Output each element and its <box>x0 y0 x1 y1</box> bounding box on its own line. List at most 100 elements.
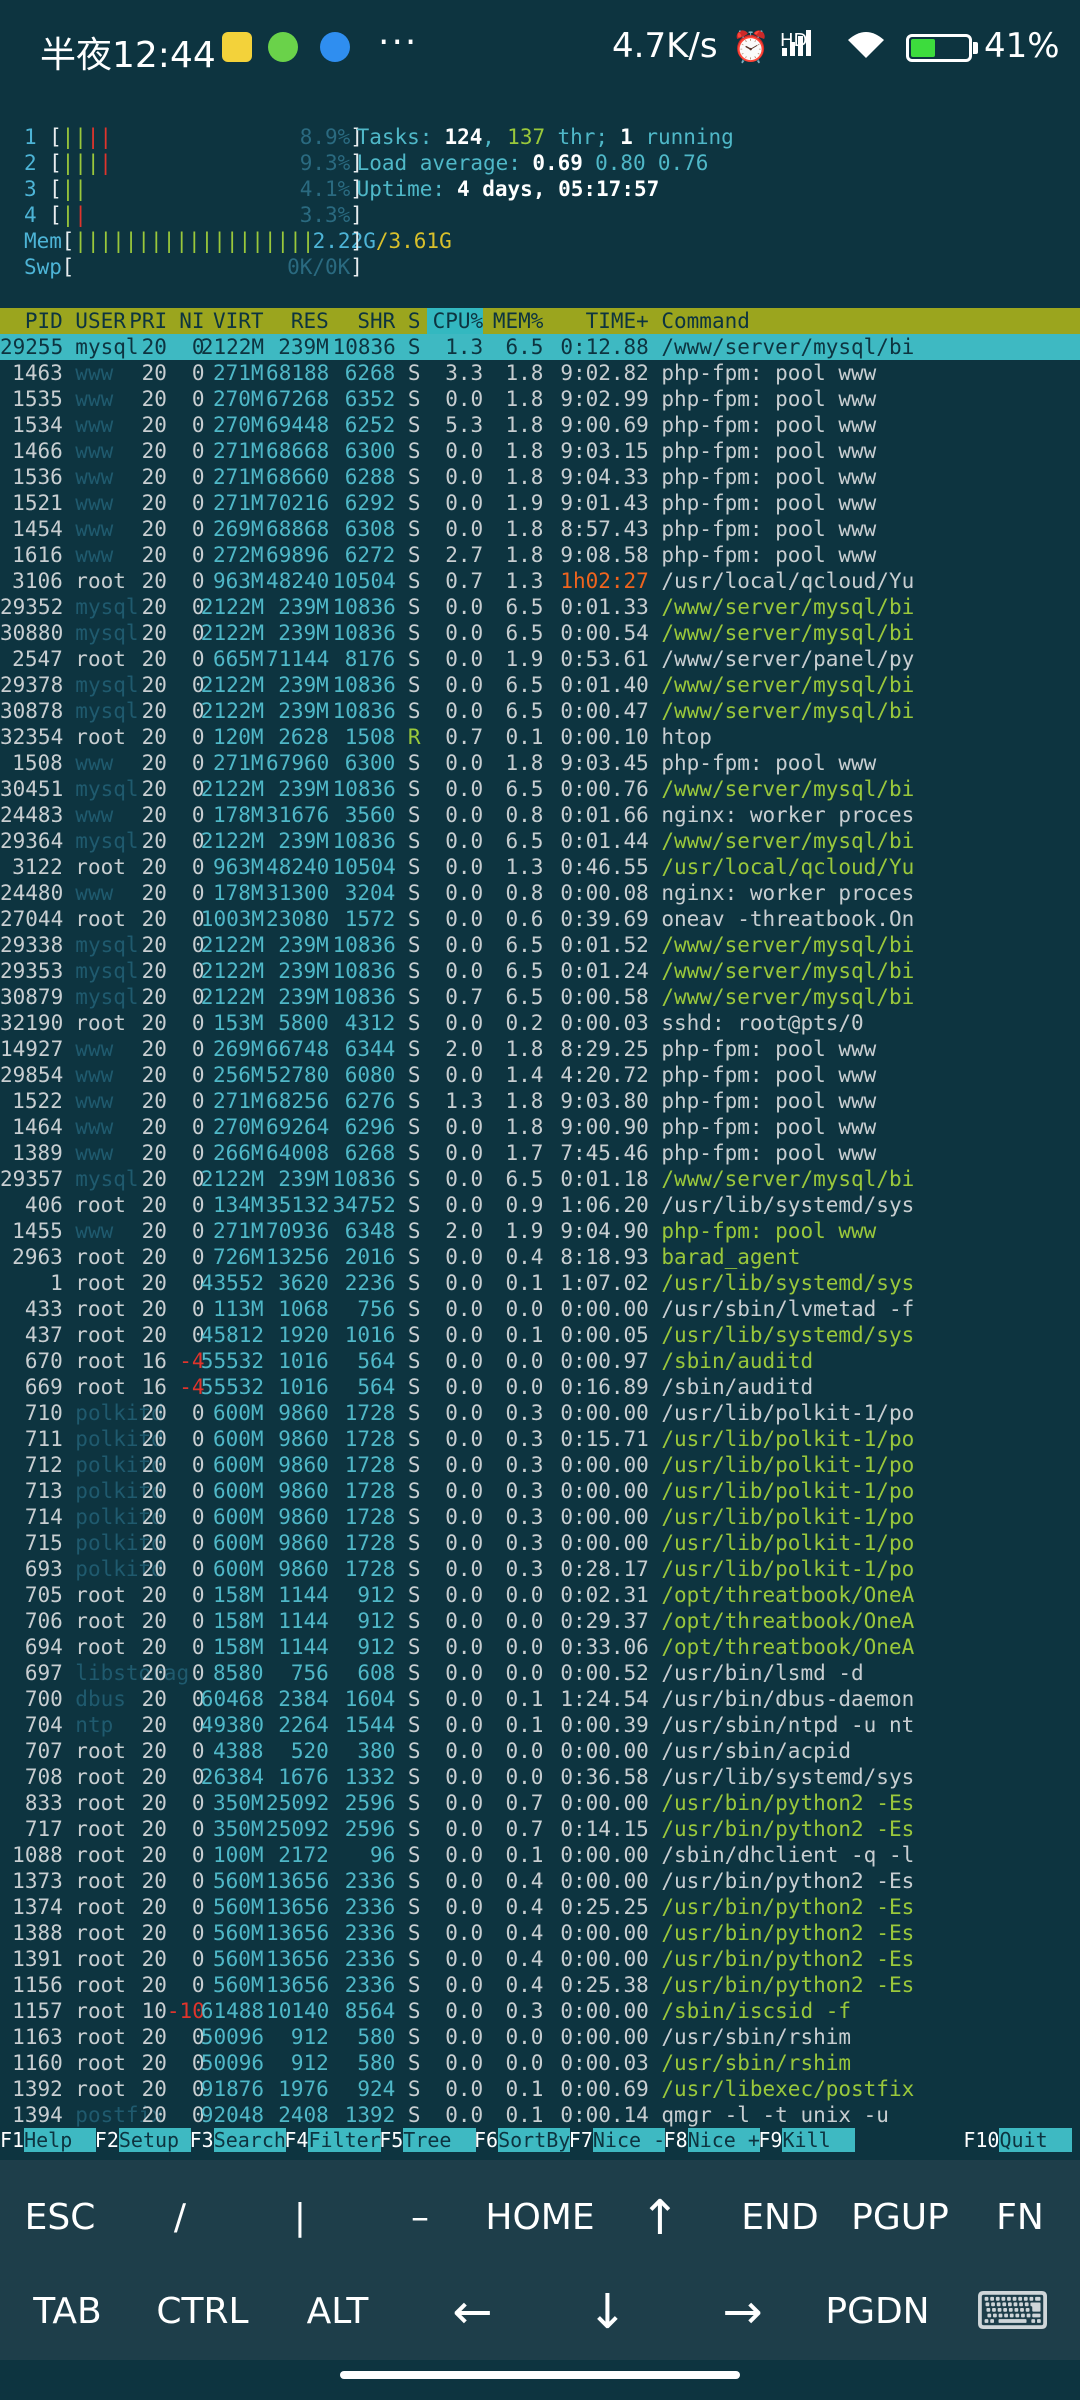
process-row[interactable]: 1157 root 10 -10 61488 10140 8564 S 0.0 0.3 0:00.0… <box>0 1998 1080 2024</box>
process-row[interactable]: 24483 www 20 0 178M 31676 3560 S 0.0 0.8 0:01.66 ng… <box>0 802 1080 828</box>
process-row[interactable]: 29364 mysql 20 0 2122M 239M 10836 S 0.0 6.5 0:01.4… <box>0 828 1080 854</box>
fkey-nice-plus[interactable]: F8Nice + <box>664 2128 760 2152</box>
process-row[interactable]: 706 root 20 0 158M 1144 912 S 0.0 0.0 0:29.37/opt/… <box>0 1608 1080 1634</box>
process-row[interactable]: 32190 root 20 0 153M 5800 4312 S 0.0 0.2 0:00.03 ss… <box>0 1010 1080 1036</box>
process-row[interactable]: 1392 root 20 0 91876 1976 924 S 0.0 0.1 0:00.69/us… <box>0 2076 1080 2102</box>
process-row[interactable]: 1616 www 20 0 272M 69896 6272 S 2.7 1.8 9:08.58 php… <box>0 542 1080 568</box>
process-row[interactable]: 1156 root 20 0 560M 13656 2336 S 0.0 0.4 0:25.38/u… <box>0 1972 1080 1998</box>
process-row[interactable]: 2963 root 20 0 726M 13256 2016 S 0.0 0.4 8:18.93 ba… <box>0 1244 1080 1270</box>
column-header-time[interactable]: TIME+ <box>555 308 649 334</box>
up-arrow-key[interactable]: ↑ <box>600 2178 720 2258</box>
process-row[interactable]: 1373 root 20 0 560M 13656 2336 S 0.0 0.4 0:00.00/u… <box>0 1868 1080 1894</box>
process-row[interactable]: 30879 mysql 20 0 2122M 239M 10836 S 0.7 6.5 0:00.5… <box>0 984 1080 1010</box>
process-row[interactable]: 1466 www 20 0 271M 68668 6300 S 0.0 1.8 9:03.15 php… <box>0 438 1080 464</box>
fn-key[interactable]: FN <box>960 2178 1080 2258</box>
process-row[interactable]: 1535 www 20 0 270M 67268 6352 S 0.0 1.8 9:02.99 php… <box>0 386 1080 412</box>
process-row[interactable]: 693 polkitd 20 0 600M 9860 1728 S 0.0 0.3 0:28.17/… <box>0 1556 1080 1582</box>
process-row[interactable]: 32354 root 20 0 120M 2628 1508 R 0.7 0.1 0:00.10 ht… <box>0 724 1080 750</box>
fkey-tree[interactable]: F5Tree <box>379 2128 476 2152</box>
column-header-mem[interactable]: MEM% <box>487 308 544 334</box>
process-row[interactable]: 1454 www 20 0 269M 68868 6308 S 0.0 1.8 8:57.43 php… <box>0 516 1080 542</box>
process-row[interactable]: 700 dbus 20 0 60468 2384 1604 S 0.0 0.1 1:24.54/us… <box>0 1686 1080 1712</box>
process-row[interactable]: 1536 www 20 0 271M 68660 6288 S 0.0 1.8 9:04.33 php… <box>0 464 1080 490</box>
process-row[interactable]: 670 root 16 -4 55532 1016 564 S 0.0 0.0 0:00.97/sb… <box>0 1348 1080 1374</box>
process-row[interactable]: 1160 root 20 0 50096 912 580 S 0.0 0.0 0:00.03/usr… <box>0 2050 1080 2076</box>
process-row[interactable]: 2547 root 20 0 665M 71144 8176 S 0.0 1.9 0:53.61/w… <box>0 646 1080 672</box>
process-row[interactable]: 708 root 20 0 26384 1676 1332 S 0.0 0.0 0:36.58/us… <box>0 1764 1080 1790</box>
process-row[interactable]: 433 root 20 0 113M 1068 756 S 0.0 0.0 0:00.00/usr/… <box>0 1296 1080 1322</box>
process-row[interactable]: 710 polkitd 20 0 600M 9860 1728 S 0.0 0.3 0:00.00/… <box>0 1400 1080 1426</box>
pgdn-key[interactable]: PGDN <box>810 2272 945 2352</box>
keyboard-toggle-icon[interactable]: ⌨ <box>945 2272 1080 2352</box>
process-row[interactable]: 1088 root 20 0 100M 2172 96 S 0.0 0.1 0:00.00/sbin… <box>0 1842 1080 1868</box>
process-row[interactable]: 704 ntp 20 0 49380 2264 1544 S 0.0 0.1 0:00.39/usr… <box>0 1712 1080 1738</box>
fkey-help[interactable]: F1Help <box>0 2128 97 2152</box>
process-row[interactable]: 707 root 20 0 4388 520 380 S 0.0 0.0 0:00.00/usr/s… <box>0 1738 1080 1764</box>
process-row[interactable]: 833 root 20 0 350M 25092 2596 S 0.0 0.7 0:00.00/us… <box>0 1790 1080 1816</box>
fkey-search[interactable]: F3Search <box>190 2128 286 2152</box>
end-key[interactable]: END <box>720 2178 840 2258</box>
right-arrow-key[interactable]: → <box>675 2272 810 2352</box>
process-row[interactable]: 712 polkitd 20 0 600M 9860 1728 S 0.0 0.3 0:00.00/… <box>0 1452 1080 1478</box>
slash-key[interactable]: / <box>120 2178 240 2258</box>
esc-key[interactable]: ESC <box>0 2178 120 2258</box>
pgup-key[interactable]: PGUP <box>840 2178 960 2258</box>
fkey-sortby[interactable]: F6SortBy <box>474 2128 571 2152</box>
process-row[interactable]: 3106 root 20 0 963M 48240 10504 S 0.7 1.3 1h02:27/… <box>0 568 1080 594</box>
process-row[interactable]: 1 root 20 0 43552 3620 2236 S 0.0 0.1 1:07.02/usr/… <box>0 1270 1080 1296</box>
column-header-res[interactable]: RES <box>266 308 329 334</box>
process-row[interactable]: 14927 www 20 0 269M 66748 6344 S 2.0 1.8 8:29.25 ph… <box>0 1036 1080 1062</box>
column-header-virt[interactable]: VIRT <box>201 308 264 334</box>
process-row[interactable]: 1455 www 20 0 271M 70936 6348 S 2.0 1.9 9:04.90 php… <box>0 1218 1080 1244</box>
gesture-nav-bar[interactable] <box>340 2371 740 2379</box>
alt-key[interactable]: ALT <box>270 2272 405 2352</box>
process-row[interactable]: 711 polkitd 20 0 600M 9860 1728 S 0.0 0.3 0:15.71/… <box>0 1426 1080 1452</box>
fkey-kill[interactable]: F9Kill <box>758 2128 855 2152</box>
process-row[interactable]: 1534 www 20 0 270M 69448 6252 S 5.3 1.8 9:00.69 php… <box>0 412 1080 438</box>
column-header-pid[interactable]: PID <box>0 308 63 334</box>
process-row[interactable]: 713 polkitd 20 0 600M 9860 1728 S 0.0 0.3 0:00.00/… <box>0 1478 1080 1504</box>
tab-key[interactable]: TAB <box>0 2272 135 2352</box>
process-row[interactable]: 30880 mysql 20 0 2122M 239M 10836 S 0.0 6.5 0:00.5… <box>0 620 1080 646</box>
column-header-s[interactable]: S <box>408 308 421 334</box>
fkey-setup[interactable]: F2Setup <box>95 2128 192 2152</box>
column-header-pri[interactable]: PRI <box>129 308 167 334</box>
process-row[interactable]: 1521 www 20 0 271M 70216 6292 S 0.0 1.9 9:01.43 php… <box>0 490 1080 516</box>
column-header-command[interactable]: Command <box>661 308 912 334</box>
process-row[interactable]: 1463 www 20 0 271M 68188 6268 S 3.3 1.8 9:02.82 php… <box>0 360 1080 386</box>
process-row[interactable]: 29357 mysql 20 0 2122M 239M 10836 S 0.0 6.5 0:01.1… <box>0 1166 1080 1192</box>
process-row[interactable]: 1464 www 20 0 270M 69264 6296 S 0.0 1.8 9:00.90 php… <box>0 1114 1080 1140</box>
process-row[interactable]: 27044 root 20 0 1003M 23080 1572 S 0.0 0.6 0:39.69… <box>0 906 1080 932</box>
process-row[interactable]: 705 root 20 0 158M 1144 912 S 0.0 0.0 0:02.31/opt/… <box>0 1582 1080 1608</box>
column-header-ni[interactable]: NI <box>167 308 204 334</box>
process-row[interactable]: 1391 root 20 0 560M 13656 2336 S 0.0 0.4 0:00.00/u… <box>0 1946 1080 1972</box>
process-row[interactable]: 437 root 20 0 45812 1920 1016 S 0.0 0.1 0:00.05/us… <box>0 1322 1080 1348</box>
process-row[interactable]: 29378 mysql 20 0 2122M 239M 10836 S 0.0 6.5 0:01.4… <box>0 672 1080 698</box>
column-header-shr[interactable]: SHR <box>333 308 395 334</box>
down-arrow-key[interactable]: ↓ <box>540 2272 675 2352</box>
process-row[interactable]: 1508 www 20 0 271M 67960 6300 S 0.0 1.8 9:03.45 php… <box>0 750 1080 776</box>
process-row[interactable]: 669 root 16 -4 55532 1016 564 S 0.0 0.0 0:16.89/sb… <box>0 1374 1080 1400</box>
fkey-filter[interactable]: F4Filter <box>284 2128 381 2152</box>
fkey-nice-minus[interactable]: F7Nice - <box>569 2128 666 2152</box>
process-row[interactable]: 24480 www 20 0 178M 31300 3204 S 0.0 0.8 0:00.08 ng… <box>0 880 1080 906</box>
process-row[interactable]: 694 root 20 0 158M 1144 912 S 0.0 0.0 0:33.06/opt/… <box>0 1634 1080 1660</box>
process-row[interactable]: 29352 mysql 20 0 2122M 239M 10836 S 0.0 6.5 0:01.3… <box>0 594 1080 620</box>
process-row[interactable]: 1394 postfix 20 0 92048 2408 1392 S 0.0 0.1 0:00.1… <box>0 2102 1080 2128</box>
process-row[interactable]: 30451 mysql 20 0 2122M 239M 10836 S 0.0 6.5 0:00.7… <box>0 776 1080 802</box>
left-arrow-key[interactable]: ← <box>405 2272 540 2352</box>
process-row[interactable]: 29255 mysql 20 0 2122M 239M 10836 S 1.3 6.5 0:12.8… <box>0 334 1080 360</box>
htop-terminal[interactable]: 1[|| || 8.9%] 2[||| | 9.3%] 3[|| 4.1%] 4[| | 3.3%]… <box>0 124 1080 2156</box>
process-row[interactable]: 30878 mysql 20 0 2122M 239M 10836 S 0.0 6.5 0:00.4… <box>0 698 1080 724</box>
process-row[interactable]: 1388 root 20 0 560M 13656 2336 S 0.0 0.4 0:00.00/u… <box>0 1920 1080 1946</box>
column-header-cpu[interactable]: CPU% <box>426 308 484 334</box>
process-row[interactable]: 29353 mysql 20 0 2122M 239M 10836 S 0.0 6.5 0:01.2… <box>0 958 1080 984</box>
process-row[interactable]: 406 root 20 0 134M 35132 34752 S 0.0 0.9 1:06.20/u… <box>0 1192 1080 1218</box>
process-row[interactable]: 715 polkitd 20 0 600M 9860 1728 S 0.0 0.3 0:00.00/… <box>0 1530 1080 1556</box>
process-row[interactable]: 714 polkitd 20 0 600M 9860 1728 S 0.0 0.3 0:00.00/… <box>0 1504 1080 1530</box>
process-row[interactable]: 1163 root 20 0 50096 912 580 S 0.0 0.0 0:00.00/usr… <box>0 2024 1080 2050</box>
pipe-key[interactable]: | <box>240 2178 360 2258</box>
fkey-quit[interactable]: F10Quit <box>963 2128 1072 2152</box>
process-row[interactable]: 3122 root 20 0 963M 48240 10504 S 0.0 1.3 0:46.55/… <box>0 854 1080 880</box>
process-row[interactable]: 29338 mysql 20 0 2122M 239M 10836 S 0.0 6.5 0:01.5… <box>0 932 1080 958</box>
